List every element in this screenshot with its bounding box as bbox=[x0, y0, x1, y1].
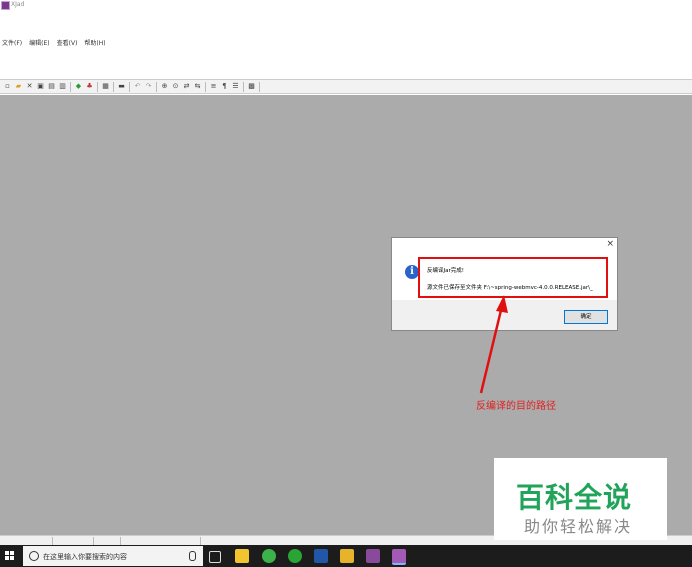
options-icon[interactable]: ▩ bbox=[247, 82, 256, 91]
save-icon[interactable]: ▣ bbox=[36, 82, 45, 91]
new-file-icon[interactable]: ▫ bbox=[3, 82, 12, 91]
delete-icon[interactable]: ✕ bbox=[25, 82, 34, 91]
browser-icon[interactable] bbox=[262, 549, 276, 563]
file-explorer-icon[interactable] bbox=[340, 549, 354, 563]
undo-icon[interactable]: ↶ bbox=[133, 82, 142, 91]
toolbar-separator bbox=[113, 81, 114, 92]
toolbar-separator bbox=[70, 81, 71, 92]
info-icon: i bbox=[405, 265, 419, 279]
taskbar-search-text: 在这里输入你要搜索的内容 bbox=[43, 553, 127, 561]
menu-file[interactable]: 文件(F) bbox=[2, 38, 22, 50]
watermark-title: 百科全说 bbox=[516, 481, 633, 514]
toolbar-separator bbox=[243, 81, 244, 92]
menu-edit[interactable]: 编辑(E) bbox=[29, 38, 49, 50]
wechat-icon[interactable] bbox=[288, 549, 302, 563]
menu-view[interactable]: 查看(V) bbox=[57, 38, 78, 50]
watermark: 百科全说 助你轻松解决 bbox=[494, 458, 667, 540]
message-dialog: × i 反编译Jar完成! 源文件已保存至文件夹 F:\~spring-webm… bbox=[391, 237, 618, 331]
toolbar-separator bbox=[156, 81, 157, 92]
print-icon[interactable]: ▬ bbox=[117, 82, 126, 91]
status-divider bbox=[120, 537, 121, 545]
app-icon bbox=[1, 1, 10, 10]
find-icon[interactable]: ⊕ bbox=[160, 82, 169, 91]
highlight-box bbox=[418, 257, 608, 298]
find-next-icon[interactable]: ⊙ bbox=[171, 82, 180, 91]
xjad-taskbar-icon[interactable] bbox=[366, 549, 380, 563]
replace-all-icon[interactable]: ⇆ bbox=[193, 82, 202, 91]
paste-icon[interactable]: ▦ bbox=[101, 82, 110, 91]
status-divider bbox=[93, 537, 94, 545]
task-view-icon[interactable] bbox=[209, 551, 221, 563]
xjad-active-taskbar-icon[interactable] bbox=[392, 549, 406, 565]
save-all-icon[interactable]: ▤ bbox=[47, 82, 56, 91]
annotation-label: 反编译的目的路径 bbox=[476, 401, 556, 412]
toolbar-separator bbox=[97, 81, 98, 92]
microphone-icon[interactable] bbox=[189, 551, 196, 561]
redo-icon[interactable]: ↷ bbox=[144, 82, 153, 91]
close-icon[interactable]: × bbox=[606, 239, 614, 249]
windows-start-icon[interactable] bbox=[5, 551, 15, 561]
toolbar-separator bbox=[129, 81, 130, 92]
toolbar-separator bbox=[205, 81, 206, 92]
toolbar-separator bbox=[259, 81, 260, 92]
menu-bar: 文件(F) 编辑(E) 查看(V) 帮助(H) bbox=[0, 38, 106, 50]
open-folder-icon[interactable]: ▰ bbox=[14, 82, 23, 91]
status-divider bbox=[200, 537, 201, 545]
menu-help[interactable]: 帮助(H) bbox=[84, 38, 105, 50]
status-divider bbox=[52, 537, 53, 545]
cortana-icon bbox=[29, 551, 39, 561]
ide-icon[interactable] bbox=[314, 549, 328, 563]
replace-icon[interactable]: ⇄ bbox=[182, 82, 191, 91]
taskbar-search-box[interactable]: 在这里输入你要搜索的内容 bbox=[23, 546, 203, 566]
taskbar: 在这里输入你要搜索的内容 bbox=[0, 545, 692, 567]
title-bar: XJad bbox=[0, 0, 692, 16]
diamond-icon[interactable]: ◆ bbox=[74, 82, 83, 91]
format-icon[interactable]: ¶ bbox=[220, 82, 229, 91]
copy-icon[interactable]: ▥ bbox=[58, 82, 67, 91]
ok-button[interactable]: 确定 bbox=[564, 310, 608, 324]
toolbar: ▫ ▰ ✕ ▣ ▤ ▥ ◆ ♣ ▦ ▬ ↶ ↷ ⊕ ⊙ ⇄ ⇆ ≡ ¶ ☰ ▩ bbox=[0, 79, 692, 94]
store-icon[interactable] bbox=[235, 549, 249, 563]
align-icon[interactable]: ≡ bbox=[209, 82, 218, 91]
watermark-subtitle: 助你轻松解决 bbox=[524, 517, 633, 536]
decompile-icon[interactable]: ♣ bbox=[85, 82, 94, 91]
window-title: XJad bbox=[11, 1, 25, 8]
list-icon[interactable]: ☰ bbox=[231, 82, 240, 91]
